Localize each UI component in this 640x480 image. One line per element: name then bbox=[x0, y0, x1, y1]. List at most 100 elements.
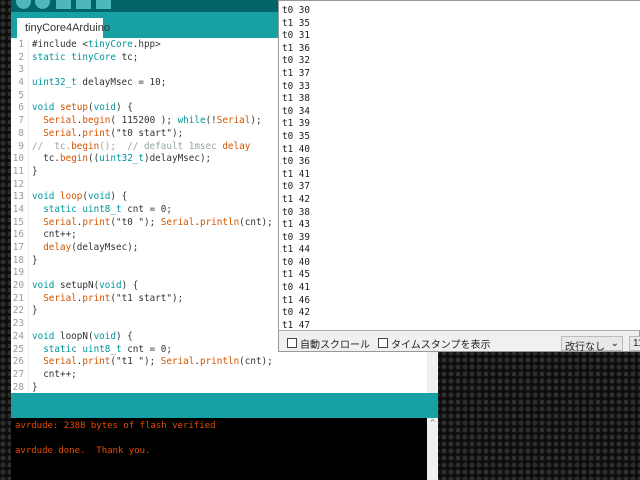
console-line: avrdude done. Thank you. bbox=[15, 446, 151, 456]
serial-line: t0 39 bbox=[282, 231, 310, 243]
code-text: void loopN(void) { bbox=[32, 330, 133, 342]
serial-line: t1 47 bbox=[282, 319, 310, 331]
code-text: Serial.print("t0 "); Serial.println(cnt)… bbox=[43, 216, 273, 228]
timestamp-label: タイムスタンプを表示 bbox=[391, 339, 491, 351]
autoscroll-checkbox[interactable] bbox=[287, 338, 297, 348]
code-text: Serial.print("t1 "); Serial.println(cnt)… bbox=[43, 356, 273, 368]
line-number: 16 bbox=[11, 229, 29, 242]
verify-icon[interactable] bbox=[16, 0, 31, 9]
line-number: 21 bbox=[11, 292, 29, 306]
code-text: } bbox=[32, 254, 38, 266]
serial-line: t0 30 bbox=[282, 5, 310, 16]
line-number: 7 bbox=[11, 115, 29, 128]
code-text: void loop(void) { bbox=[32, 191, 128, 203]
timestamp-checkbox[interactable] bbox=[378, 338, 388, 348]
line-number: 12 bbox=[11, 178, 29, 192]
tab-sketch[interactable]: tinyCore4Arduino bbox=[17, 18, 110, 38]
serial-line: t1 42 bbox=[282, 193, 310, 205]
line-number: 11 bbox=[11, 165, 29, 179]
serial-line: t1 38 bbox=[282, 93, 310, 105]
serial-line: t1 37 bbox=[282, 67, 310, 79]
line-number: 25 bbox=[11, 343, 29, 357]
status-bar bbox=[11, 393, 438, 418]
line-number: 20 bbox=[11, 280, 29, 293]
code-text: #include <tinyCore.hpp> bbox=[32, 39, 161, 50]
serial-line: t1 44 bbox=[282, 244, 310, 256]
line-ending-select[interactable]: 改行なし ⌄ bbox=[561, 336, 623, 353]
code-line: 27 cnt++; bbox=[11, 368, 427, 382]
serial-line: t0 32 bbox=[282, 55, 310, 67]
serial-line: t1 43 bbox=[282, 219, 310, 231]
line-number: 13 bbox=[11, 191, 29, 204]
serial-output: t0 30 t1 35 t0 31 t1 36 t0 32 t1 37 t0 33 t1 38… bbox=[279, 1, 640, 331]
line-number: 26 bbox=[11, 356, 29, 369]
line-number: 14 bbox=[11, 203, 29, 217]
code-text: static tinyCore tc; bbox=[32, 51, 139, 63]
serial-line: t0 41 bbox=[282, 282, 310, 294]
line-number: 19 bbox=[11, 267, 29, 281]
code-text: cnt++; bbox=[32, 368, 77, 380]
open-icon[interactable] bbox=[76, 0, 91, 9]
serial-line: t0 37 bbox=[282, 181, 310, 193]
serial-line: t0 34 bbox=[282, 105, 310, 117]
code-text: tc.begin((uint32_t)delayMsec); bbox=[32, 153, 212, 165]
code-text: void setup(void) { bbox=[32, 102, 133, 114]
line-number: 6 bbox=[11, 102, 29, 116]
console-line: avrdude: 2388 bytes of flash verified bbox=[15, 421, 216, 431]
line-number: 23 bbox=[11, 318, 29, 331]
code-text: Serial.print("t0 start"); bbox=[43, 127, 184, 139]
line-number: 5 bbox=[11, 89, 29, 103]
code-text: static uint8_t cnt = 0; bbox=[43, 203, 172, 215]
console-scrollbar[interactable]: ^ bbox=[427, 418, 438, 480]
serial-line: t0 36 bbox=[282, 156, 310, 168]
code-text: delay(delayMsec); bbox=[43, 242, 139, 253]
serial-line: t0 33 bbox=[282, 80, 310, 92]
autoscroll-label: 自動スクロール bbox=[300, 339, 370, 351]
code-text: void setupN(void) { bbox=[32, 280, 139, 292]
line-number: 27 bbox=[11, 368, 29, 382]
serial-line: t0 42 bbox=[282, 307, 310, 319]
serial-line: t1 41 bbox=[282, 168, 310, 180]
code-text: Serial.begin( 115200 ); while(!Serial); bbox=[43, 115, 262, 127]
code-text: // tc.begin(); // default 1msec delay bbox=[32, 140, 251, 152]
serial-line: t0 38 bbox=[282, 206, 310, 218]
line-number: 15 bbox=[11, 216, 29, 230]
baud-select[interactable]: 11 bbox=[629, 336, 640, 351]
code-text: } bbox=[32, 305, 38, 317]
line-number: 9 bbox=[11, 140, 29, 154]
chevron-down-icon: ⌄ bbox=[610, 338, 619, 349]
serial-line: t1 45 bbox=[282, 269, 310, 281]
line-number: 10 bbox=[11, 153, 29, 166]
code-text: uint32_t delayMsec = 10; bbox=[32, 77, 167, 89]
line-ending-value: 改行なし bbox=[565, 342, 605, 353]
new-icon[interactable] bbox=[56, 0, 71, 9]
line-number: 2 bbox=[11, 51, 29, 65]
line-number: 18 bbox=[11, 254, 29, 268]
line-number: 24 bbox=[11, 330, 29, 344]
line-number: 1 bbox=[11, 39, 29, 52]
line-number: 17 bbox=[11, 242, 29, 255]
serial-line: t1 35 bbox=[282, 17, 310, 29]
serial-line: t1 39 bbox=[282, 118, 310, 130]
line-number: 3 bbox=[11, 64, 29, 78]
serial-line: t1 46 bbox=[282, 294, 310, 306]
code-text: } bbox=[32, 165, 38, 177]
serial-line: t0 31 bbox=[282, 30, 310, 42]
code-line: 26 Serial.print("t1 "); Serial.println(c… bbox=[11, 356, 427, 369]
save-icon[interactable] bbox=[96, 0, 111, 9]
code-text: static uint8_t cnt = 0; bbox=[43, 343, 172, 355]
serial-line: t1 40 bbox=[282, 143, 310, 155]
serial-line: t0 35 bbox=[282, 130, 310, 142]
upload-icon[interactable] bbox=[35, 0, 50, 9]
serial-line: t0 40 bbox=[282, 256, 310, 268]
line-number: 8 bbox=[11, 127, 29, 141]
line-number: 4 bbox=[11, 77, 29, 90]
serial-line: t1 36 bbox=[282, 42, 310, 54]
console-output: avrdude: 2388 bytes of flash verified avr… bbox=[11, 418, 427, 480]
line-number: 22 bbox=[11, 305, 29, 319]
serial-monitor-window: t0 30 t1 35 t0 31 t1 36 t0 32 t1 37 t0 33 t1 38… bbox=[278, 0, 640, 353]
code-text: cnt++; bbox=[32, 229, 77, 241]
serial-footer: 自動スクロール タイムスタンプを表示 改行なし ⌄ 11 bbox=[279, 333, 640, 353]
code-text: Serial.print("t1 start"); bbox=[43, 292, 184, 304]
